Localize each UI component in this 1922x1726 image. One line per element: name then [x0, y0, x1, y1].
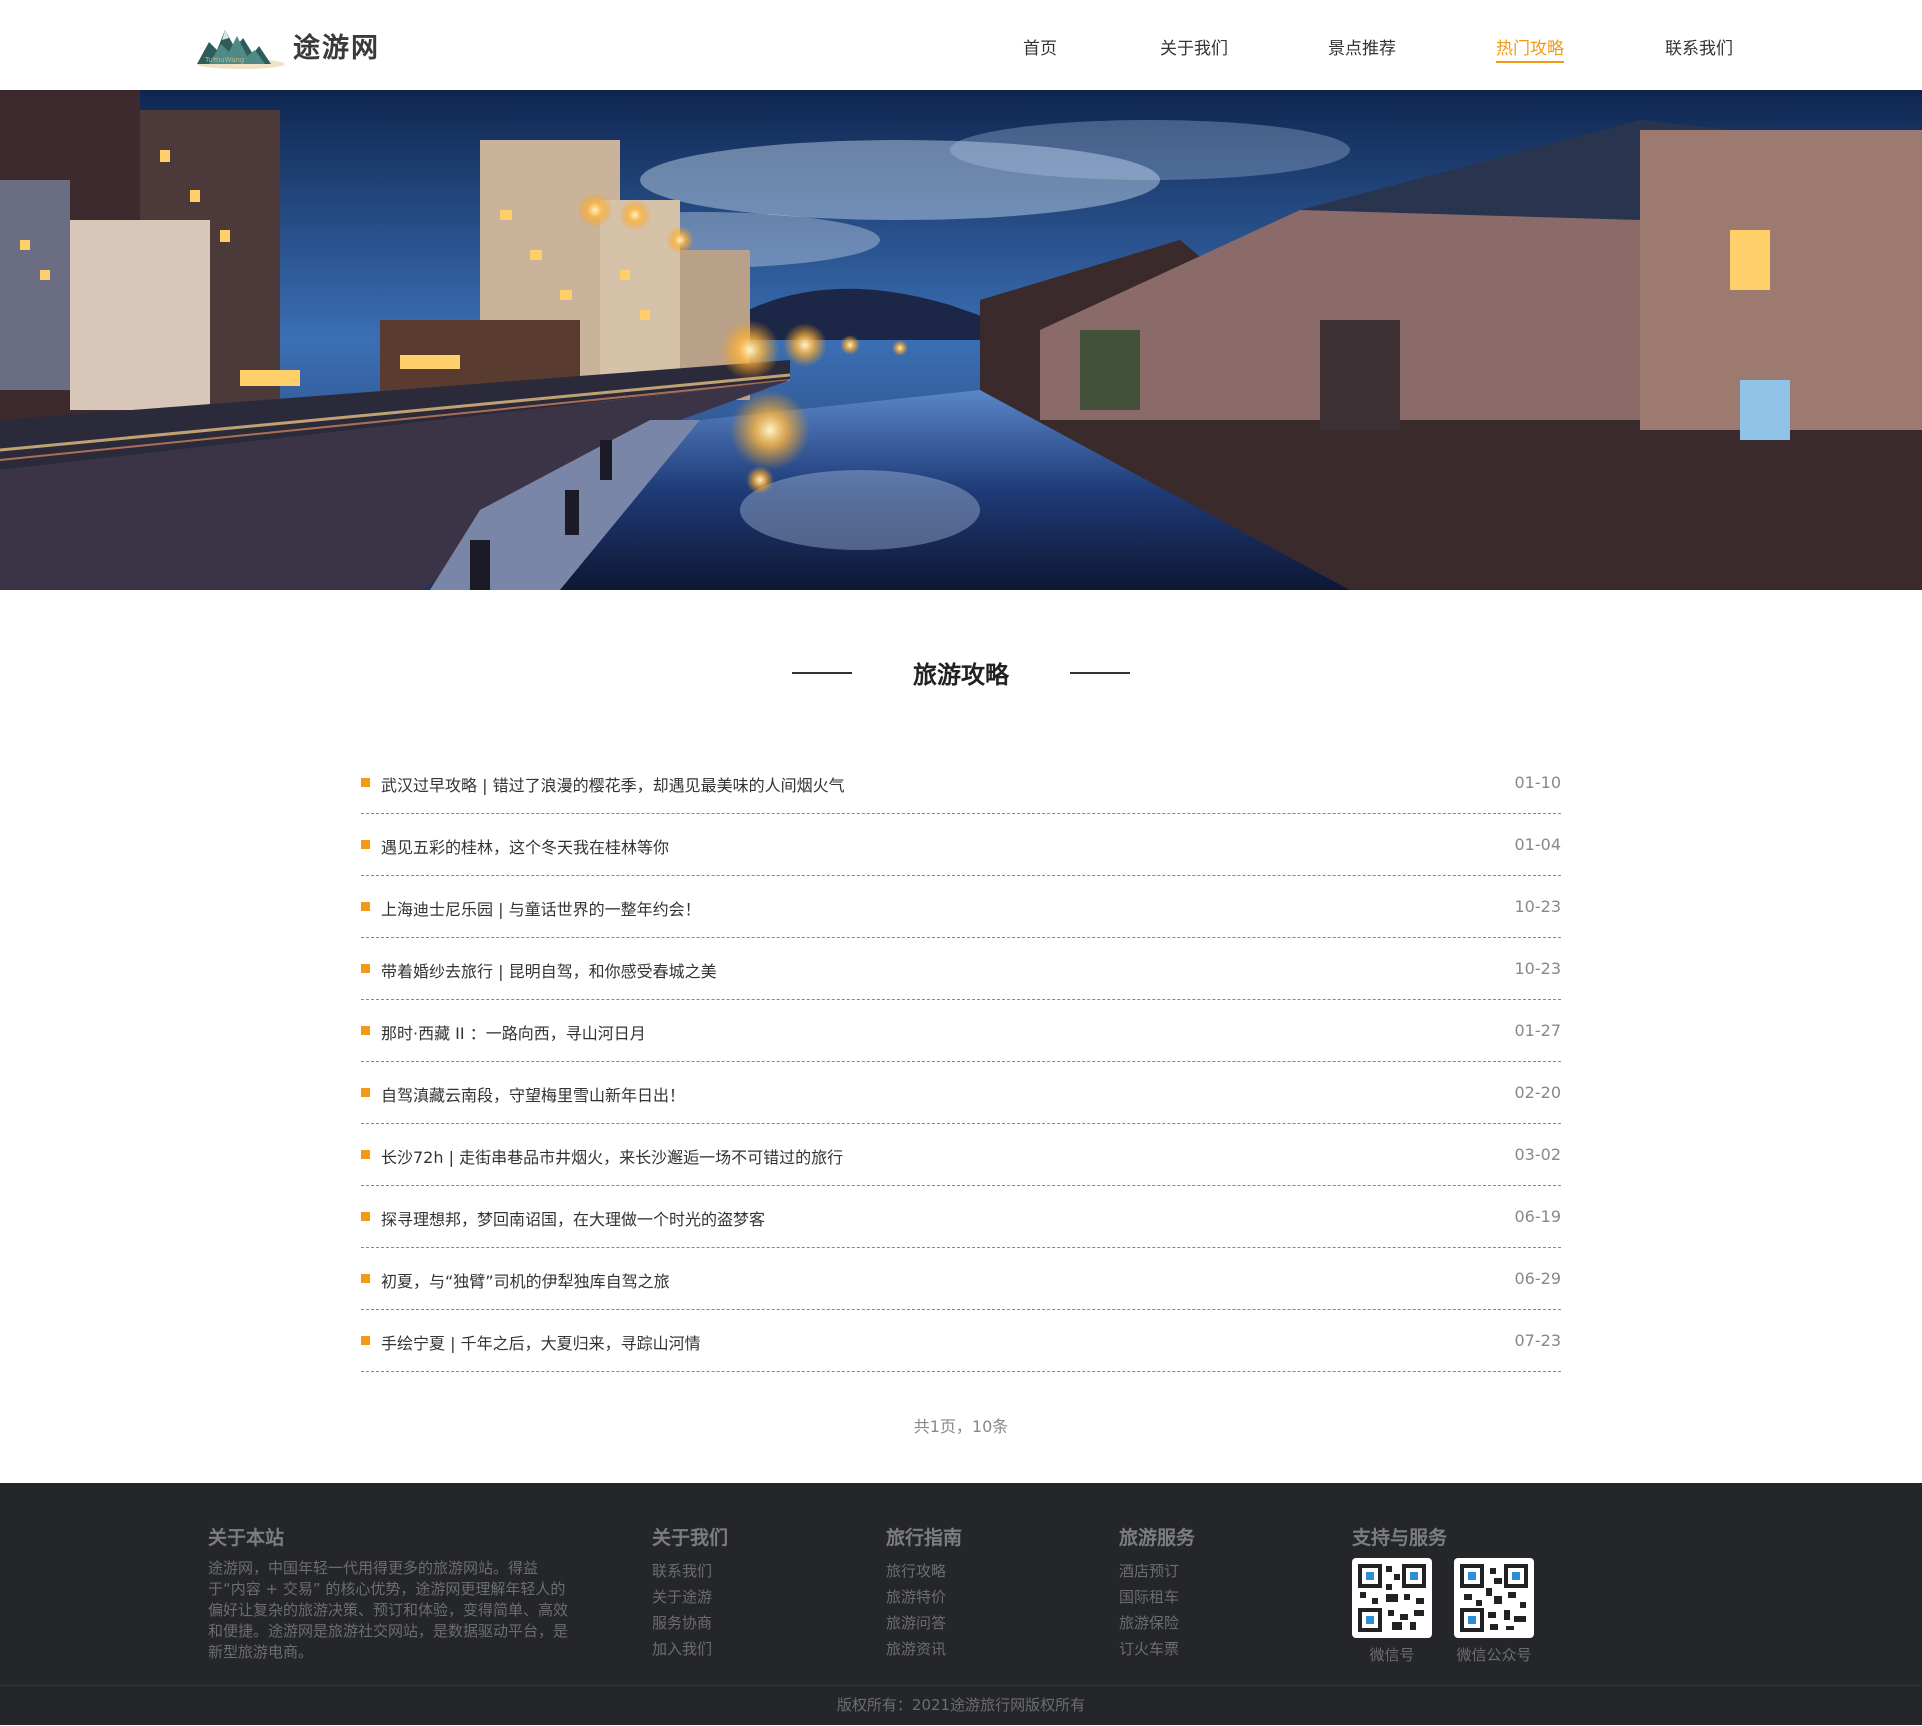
list-item[interactable]: 手绘宁夏 | 千年之后，大夏归来，寻踪山河情 07-23	[361, 1310, 1561, 1372]
list-item[interactable]: 长沙72h | 走街串巷品市井烟火，来长沙邂逅一场不可错过的旅行 03-02	[361, 1124, 1561, 1186]
nav-home[interactable]: 首页	[1023, 34, 1057, 59]
footer-link[interactable]: 旅游保险	[1119, 1610, 1195, 1636]
article-date: 10-23	[1514, 959, 1562, 978]
qr-wechat-official: 微信公众号	[1454, 1558, 1534, 1665]
footer-col-about-us: 关于我们 联系我们 关于途游 服务协商 加入我们	[652, 1523, 728, 1662]
footer-about: 关于本站 途游网，中国年轻一代用得更多的旅游网站。得益于“内容 + 交易” 的核…	[208, 1523, 568, 1663]
section-title: 旅游攻略	[913, 661, 1009, 689]
hero-banner	[0, 90, 1922, 590]
article-title[interactable]: 上海迪士尼乐园 | 与童话世界的一整年约会！	[381, 896, 701, 920]
footer-link[interactable]: 加入我们	[652, 1636, 728, 1662]
bullet-square-icon	[361, 1336, 370, 1345]
bullet-square-icon	[361, 1274, 370, 1283]
footer-link[interactable]: 服务协商	[652, 1610, 728, 1636]
bullet-square-icon	[361, 1088, 370, 1097]
list-item[interactable]: 带着婚纱去旅行 | 昆明自驾，和你感受春城之美 10-23	[361, 938, 1561, 1000]
footer-link[interactable]: 旅游特价	[886, 1584, 962, 1610]
article-date: 06-29	[1514, 1269, 1562, 1288]
heading-left-line	[791, 671, 852, 674]
article-date: 10-23	[1514, 897, 1562, 916]
list-item[interactable]: 初夏，与“独臂”司机的伊犁独库自驾之旅 06-29	[361, 1248, 1561, 1310]
bullet-square-icon	[361, 964, 370, 973]
article-date: 02-20	[1514, 1083, 1562, 1102]
footer-about-text: 途游网，中国年轻一代用得更多的旅游网站。得益于“内容 + 交易” 的核心优势，途…	[208, 1559, 569, 1661]
bullet-square-icon	[361, 1212, 370, 1221]
footer-col-guide: 旅行指南 旅行攻略 旅游特价 旅游问答 旅游资讯	[886, 1523, 962, 1662]
footer-link[interactable]: 关于途游	[652, 1584, 728, 1610]
list-item[interactable]: 自驾滇藏云南段，守望梅里雪山新年日出！ 02-20	[361, 1062, 1561, 1124]
footer-link[interactable]: 旅游资讯	[886, 1636, 962, 1662]
bullet-square-icon	[361, 840, 370, 849]
article-title[interactable]: 遇见五彩的桂林，这个冬天我在桂林等你	[381, 834, 669, 858]
qr-code-icon	[1460, 1564, 1528, 1632]
bullet-square-icon	[361, 1150, 370, 1159]
nav-attractions[interactable]: 景点推荐	[1328, 34, 1396, 59]
bullet-square-icon	[361, 1026, 370, 1035]
article-title[interactable]: 探寻理想邦，梦回南诏国，在大理做一个时光的盗梦客	[381, 1206, 765, 1230]
pagination-info: 共1页，10条	[913, 1417, 1009, 1436]
nav-about[interactable]: 关于我们	[1160, 34, 1228, 59]
article-date: 03-02	[1514, 1145, 1562, 1164]
list-item[interactable]: 遇见五彩的桂林，这个冬天我在桂林等你 01-04	[361, 814, 1561, 876]
main-nav: 首页 关于我们 景点推荐 热门攻略 联系我们	[0, 0, 1922, 90]
bullet-square-icon	[361, 778, 370, 787]
article-title[interactable]: 那时·西藏 II ：一路向西，寻山河日月	[381, 1020, 646, 1044]
heading-right-line	[1070, 671, 1131, 674]
section-heading: 旅游攻略	[0, 655, 1922, 690]
site-header: TuYouWang 途游网 首页 关于我们 景点推荐 热门攻略 联系我们	[0, 0, 1922, 90]
footer-support: 支持与服务 微信号 微信公众号	[1352, 1523, 1534, 1665]
footer-support-title: 支持与服务	[1352, 1527, 1448, 1549]
list-item[interactable]: 武汉过早攻略 | 错过了浪漫的樱花季，却遇见最美味的人间烟火气 01-10	[361, 752, 1561, 814]
footer-link[interactable]: 酒店预订	[1119, 1558, 1195, 1584]
article-date: 01-27	[1514, 1021, 1562, 1040]
qr-wechat-id: 微信号	[1352, 1558, 1432, 1665]
site-footer: 关于本站 途游网，中国年轻一代用得更多的旅游网站。得益于“内容 + 交易” 的核…	[0, 1483, 1922, 1725]
article-title[interactable]: 带着婚纱去旅行 | 昆明自驾，和你感受春城之美	[381, 958, 717, 982]
footer-col-services: 旅游服务 酒店预订 国际租车 旅游保险 订火车票	[1119, 1523, 1195, 1662]
article-title[interactable]: 自驾滇藏云南段，守望梅里雪山新年日出！	[381, 1082, 685, 1106]
article-date: 07-23	[1514, 1331, 1562, 1350]
list-item[interactable]: 探寻理想邦，梦回南诏国，在大理做一个时光的盗梦客 06-19	[361, 1186, 1561, 1248]
qr-label: 微信公众号	[1456, 1646, 1532, 1664]
footer-col-title: 关于我们	[652, 1527, 729, 1549]
qr-code-icon	[1358, 1564, 1426, 1632]
list-item[interactable]: 上海迪士尼乐园 | 与童话世界的一整年约会！ 10-23	[361, 876, 1561, 938]
article-date: 06-19	[1514, 1207, 1562, 1226]
article-title[interactable]: 初夏，与“独臂”司机的伊犁独库自驾之旅	[381, 1268, 670, 1292]
footer-about-title: 关于本站	[208, 1527, 285, 1549]
footer-link[interactable]: 订火车票	[1119, 1636, 1195, 1662]
article-date: 01-10	[1514, 773, 1562, 792]
copyright: 版权所有：2021途游旅行网版权所有	[0, 1685, 1922, 1726]
canal-night-photo-icon	[0, 90, 1922, 590]
footer-link[interactable]: 联系我们	[652, 1558, 728, 1584]
qr-label: 微信号	[1369, 1646, 1415, 1664]
footer-link[interactable]: 旅游问答	[886, 1610, 962, 1636]
list-item[interactable]: 那时·西藏 II ：一路向西，寻山河日月 01-27	[361, 1000, 1561, 1062]
article-title[interactable]: 手绘宁夏 | 千年之后，大夏归来，寻踪山河情	[381, 1330, 701, 1354]
nav-contact[interactable]: 联系我们	[1665, 34, 1733, 59]
article-date: 01-04	[1514, 835, 1562, 854]
footer-link[interactable]: 旅行攻略	[886, 1558, 962, 1584]
nav-guides[interactable]: 热门攻略	[1496, 34, 1564, 63]
footer-link[interactable]: 国际租车	[1119, 1584, 1195, 1610]
footer-col-title: 旅游服务	[1119, 1527, 1196, 1549]
article-title[interactable]: 武汉过早攻略 | 错过了浪漫的樱花季，却遇见最美味的人间烟火气	[381, 772, 845, 796]
bullet-square-icon	[361, 902, 370, 911]
article-list: 武汉过早攻略 | 错过了浪漫的樱花季，却遇见最美味的人间烟火气 01-10 遇见五…	[361, 752, 1561, 1372]
footer-col-title: 旅行指南	[886, 1527, 963, 1549]
article-title[interactable]: 长沙72h | 走街串巷品市井烟火，来长沙邂逅一场不可错过的旅行	[381, 1144, 843, 1168]
